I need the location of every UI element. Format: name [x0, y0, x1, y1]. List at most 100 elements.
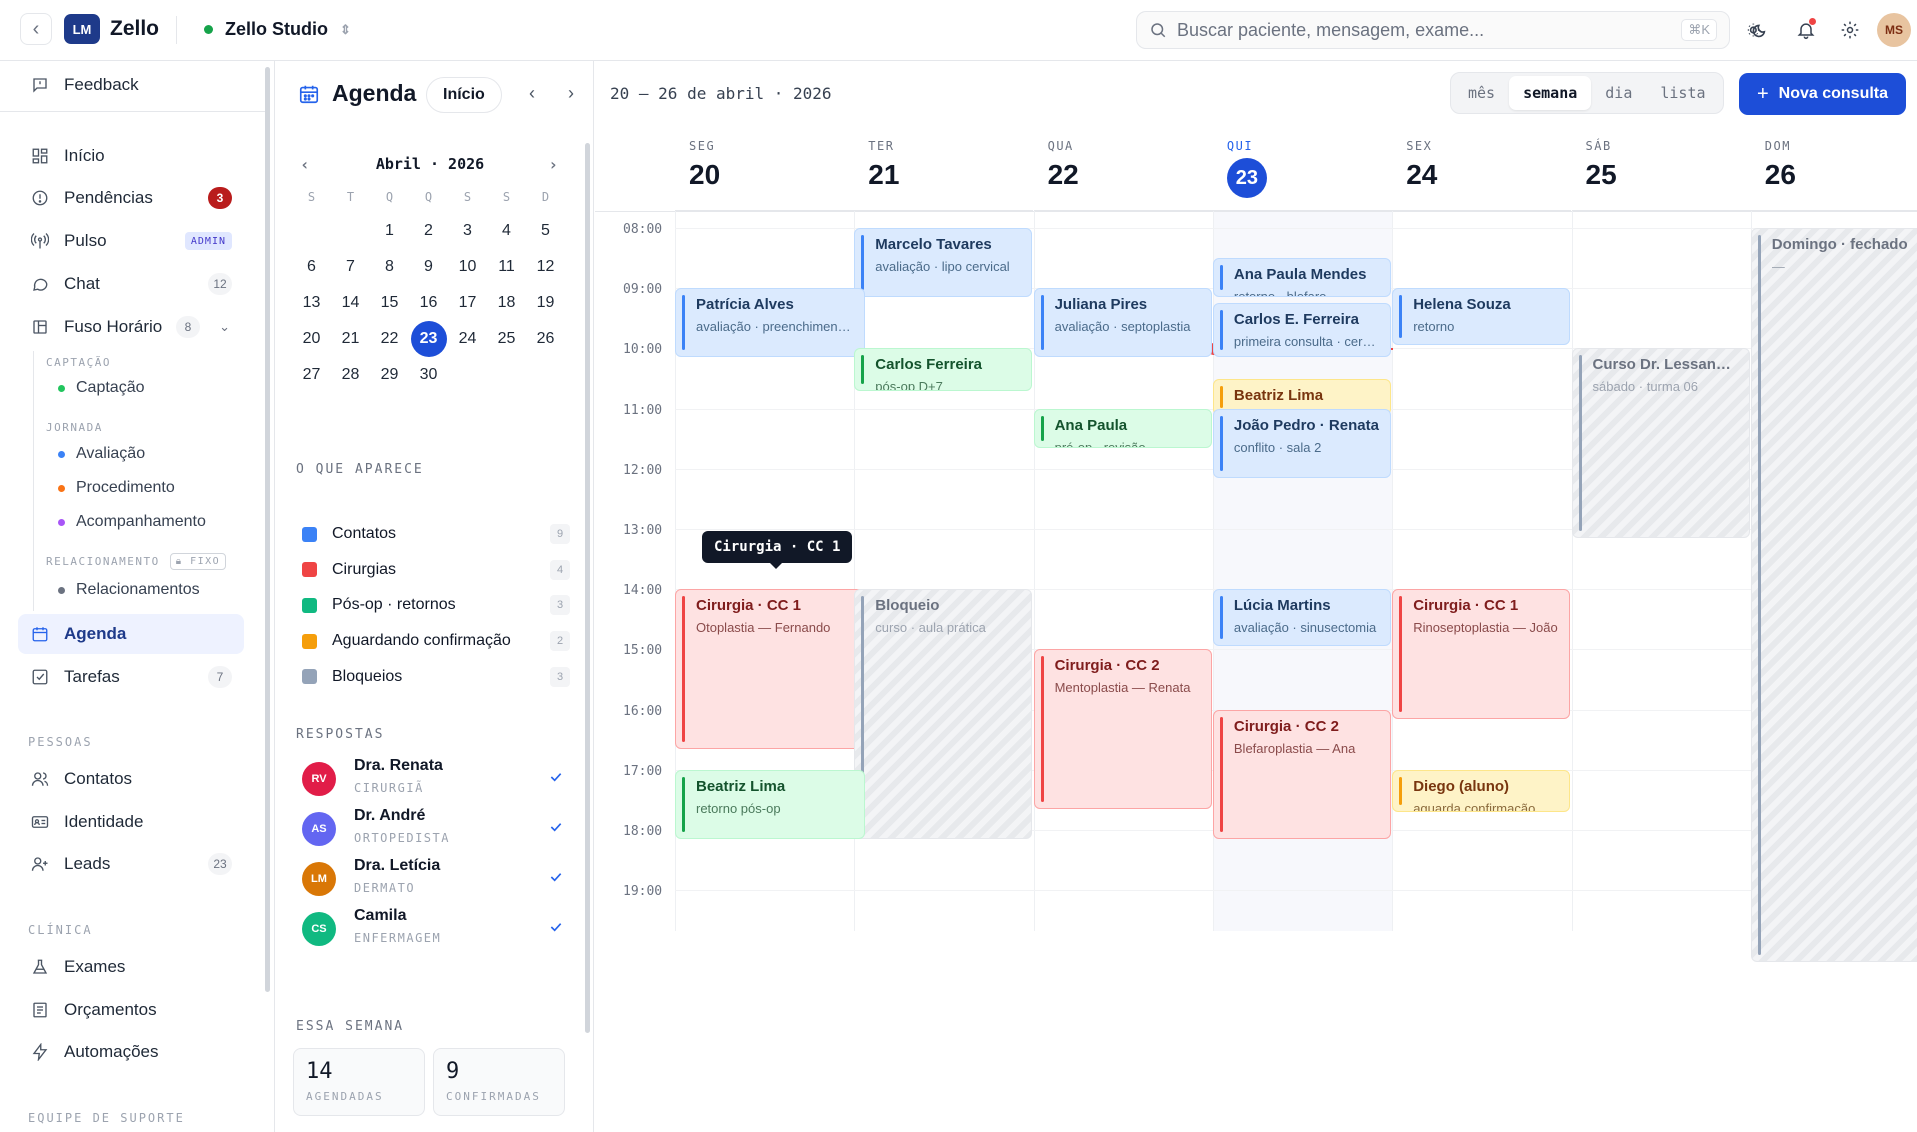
calendar-event[interactable]: Cirurgia · CC 1 Rinoseptoplastia — João: [1392, 589, 1571, 719]
calendar-event[interactable]: Juliana Pires avaliação · septoplastia: [1033, 288, 1212, 358]
new-appointment-button[interactable]: + Nova consulta: [1739, 73, 1906, 115]
mini-calendar-day[interactable]: 12: [526, 249, 565, 285]
gear-icon[interactable]: [1837, 17, 1863, 43]
sidebar-item-pulso[interactable]: Pulso ADMIN: [18, 221, 244, 261]
user-avatar[interactable]: MS: [1877, 13, 1911, 47]
responsavel-item[interactable]: AS Dr. André ORTOPEDISTA: [302, 803, 572, 855]
sidebar-item-identidade[interactable]: Identidade: [18, 802, 244, 842]
sidebar-item-orcamentos[interactable]: Orçamentos: [18, 990, 244, 1030]
mini-calendar-day[interactable]: 20: [292, 321, 331, 357]
calendar-event[interactable]: Cirurgia · CC 2 Blefaroplastia — Ana: [1212, 709, 1391, 840]
day-header[interactable]: SÁB 25: [1571, 127, 1751, 211]
legend-item[interactable]: Aguardando confirmação 2: [302, 627, 570, 655]
view-option-2[interactable]: dia: [1591, 76, 1646, 110]
calendar-event[interactable]: Carlos Ferreira pós-op D+7: [854, 348, 1033, 391]
calendar-event[interactable]: Cirurgia · CC 2 Mentoplastia — Renata: [1033, 649, 1212, 809]
mini-calendar-day[interactable]: 4: [487, 213, 526, 249]
mini-calendar-day[interactable]: 27: [292, 357, 331, 393]
calendar-event[interactable]: Domingo · fechado —: [1750, 228, 1917, 963]
theme-toggle-icon[interactable]: [1744, 17, 1770, 43]
view-option-3[interactable]: lista: [1646, 76, 1719, 110]
today-button[interactable]: Início: [426, 77, 502, 113]
view-option-1[interactable]: semana: [1509, 76, 1592, 110]
sidebar-item-agenda[interactable]: Agenda: [18, 614, 244, 654]
mini-calendar-day[interactable]: 19: [526, 285, 565, 321]
calendar-event[interactable]: Bloqueio curso · aula prática: [854, 589, 1033, 840]
calendar-event[interactable]: Beatriz Lima retorno pós-op: [675, 769, 865, 840]
mini-calendar-day[interactable]: 23: [409, 321, 448, 357]
mini-calendar-day[interactable]: 22: [370, 321, 409, 357]
calendar-event[interactable]: Carlos E. Ferreira primeira consulta · ce…: [1212, 303, 1391, 358]
day-header[interactable]: TER 21: [854, 127, 1034, 211]
mini-calendar-day[interactable]: 2: [409, 213, 448, 249]
day-header[interactable]: SEG 20: [675, 127, 854, 211]
mini-calendar-day[interactable]: 11: [487, 249, 526, 285]
chevron-right-icon[interactable]: ›: [568, 83, 574, 104]
sidebar-item-feedback[interactable]: Feedback: [18, 65, 244, 105]
panel-scrollbar[interactable]: [585, 143, 590, 1033]
sidebar-item-pendencias[interactable]: Pendências 3: [18, 178, 244, 218]
responsavel-item[interactable]: CS Camila ENFERMAGEM: [302, 903, 572, 955]
check-icon[interactable]: [548, 869, 564, 890]
mini-calendar-day[interactable]: 14: [331, 285, 370, 321]
mini-calendar-day[interactable]: 28: [331, 357, 370, 393]
mini-calendar-day[interactable]: 26: [526, 321, 565, 357]
chevron-left-icon[interactable]: ‹: [300, 155, 310, 174]
mini-calendar-day[interactable]: 15: [370, 285, 409, 321]
back-button[interactable]: ‹: [20, 13, 52, 45]
workspace-switcher[interactable]: Zello Studio ⇕: [204, 19, 351, 40]
view-option-0[interactable]: mês: [1454, 76, 1509, 110]
mini-calendar-day[interactable]: 25: [487, 321, 526, 357]
calendar-event[interactable]: Patrícia Alves avaliação · preenchimento …: [675, 288, 865, 358]
chevron-right-icon[interactable]: ›: [548, 155, 558, 174]
calendar-event[interactable]: Cirurgia · CC 1 Otoplastia — Fernando: [675, 589, 865, 749]
sidebar-subitem-avaliacao[interactable]: Avaliação: [58, 445, 145, 463]
legend-item[interactable]: Cirurgias 4: [302, 556, 570, 584]
mini-calendar-day[interactable]: 7: [331, 249, 370, 285]
day-header[interactable]: QUA 22: [1033, 127, 1213, 211]
chevron-down-icon[interactable]: ⌄: [219, 319, 230, 335]
sidebar-item-chat[interactable]: Chat 12: [18, 264, 244, 304]
day-header[interactable]: SEX 24: [1392, 127, 1572, 211]
sidebar-item-automacoes[interactable]: Automações: [18, 1032, 244, 1072]
mini-calendar-day[interactable]: 6: [292, 249, 331, 285]
responsavel-item[interactable]: LM Dra. Letícia DERMATO: [302, 853, 572, 905]
sidebar-item-exames[interactable]: Exames: [18, 947, 244, 987]
sidebar-item-fuso-horario[interactable]: Fuso Horário 8 ⌄: [18, 307, 244, 347]
sidebar-item-tarefas[interactable]: Tarefas 7: [18, 657, 244, 697]
calendar-event[interactable]: Diego (aluno) aguarda confirmação: [1392, 769, 1571, 812]
calendar-event[interactable]: João Pedro · Renata conflito · sala 2: [1212, 408, 1391, 478]
mini-calendar-day[interactable]: 13: [292, 285, 331, 321]
mini-calendar-day[interactable]: 21: [331, 321, 370, 357]
calendar-event[interactable]: Helena Souza retorno: [1392, 288, 1571, 346]
mini-calendar-day[interactable]: 10: [448, 249, 487, 285]
mini-calendar-day[interactable]: 5: [526, 213, 565, 249]
responsavel-item[interactable]: RV Dra. Renata CIRURGIÃ: [302, 753, 572, 805]
calendar-event[interactable]: Ana Paula pré-op · revisão: [1033, 408, 1212, 448]
bell-icon[interactable]: [1793, 17, 1819, 43]
mini-calendar-day[interactable]: 30: [409, 357, 448, 393]
sidebar-item-contatos[interactable]: Contatos: [18, 759, 244, 799]
sidebar-subitem-acompanhamento[interactable]: Acompanhamento: [58, 513, 206, 531]
day-header[interactable]: QUI 23: [1212, 127, 1392, 211]
sidebar-item-leads[interactable]: Leads 23: [18, 844, 244, 884]
mini-calendar-day[interactable]: 1: [370, 213, 409, 249]
legend-item[interactable]: Contatos 9: [302, 520, 570, 548]
calendar-event[interactable]: Marcelo Tavares avaliação · lipo cervical: [854, 228, 1033, 298]
calendar-event[interactable]: Lúcia Martins avaliação · sinusectomia: [1212, 589, 1391, 647]
sidebar-subitem-procedimento[interactable]: Procedimento: [58, 479, 175, 497]
check-icon[interactable]: [548, 819, 564, 840]
calendar-event[interactable]: Ana Paula Mendes retorno · blefaro: [1212, 258, 1391, 298]
mini-calendar-day[interactable]: 16: [409, 285, 448, 321]
mini-calendar-day[interactable]: 9: [409, 249, 448, 285]
calendar-event[interactable]: Curso Dr. Lessandro sábado · turma 06: [1571, 348, 1750, 539]
sidebar-scrollbar[interactable]: [265, 67, 270, 992]
mini-calendar-day[interactable]: 3: [448, 213, 487, 249]
sidebar-item-inicio[interactable]: Início: [18, 136, 244, 176]
mini-calendar-day[interactable]: 17: [448, 285, 487, 321]
sidebar-subitem-relacionamentos[interactable]: Relacionamentos: [58, 581, 200, 599]
check-icon[interactable]: [548, 919, 564, 940]
mini-calendar-day[interactable]: 24: [448, 321, 487, 357]
mini-calendar-day[interactable]: 8: [370, 249, 409, 285]
mini-calendar-day[interactable]: 18: [487, 285, 526, 321]
